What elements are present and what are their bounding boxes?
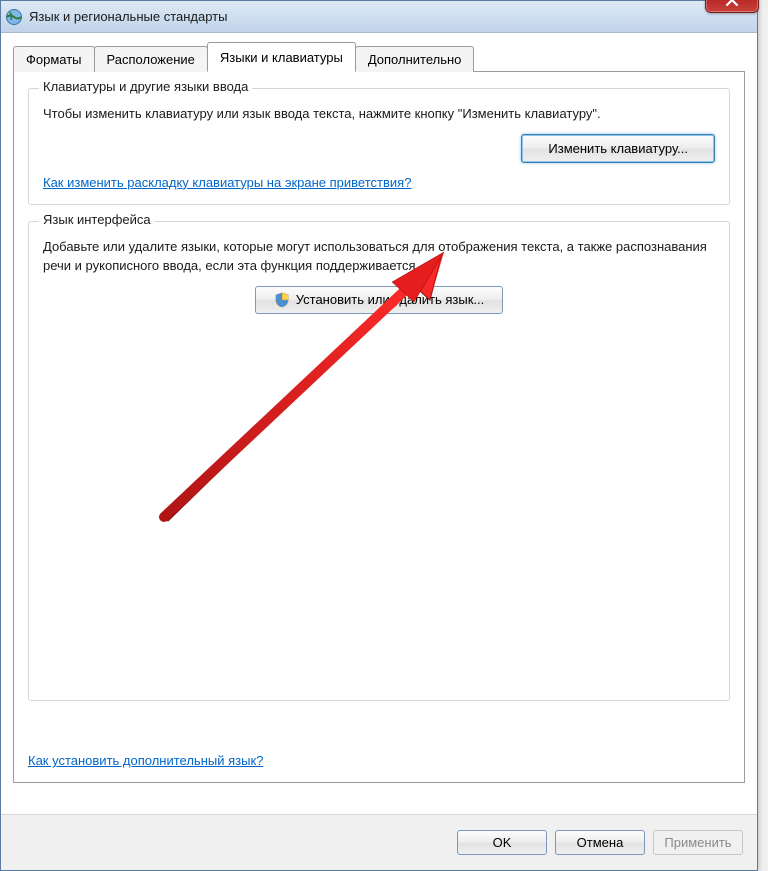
button-label: OK [493, 835, 512, 850]
group-legend: Язык интерфейса [39, 212, 155, 227]
button-label: Изменить клавиатуру... [548, 141, 688, 156]
close-button[interactable] [705, 0, 759, 13]
tab-location[interactable]: Расположение [94, 46, 208, 72]
change-keyboard-button[interactable]: Изменить клавиатуру... [521, 134, 715, 163]
button-label: Применить [664, 835, 731, 850]
ok-button[interactable]: OK [457, 830, 547, 855]
group-display-language: Язык интерфейса Добавьте или удалите язы… [28, 221, 730, 701]
group-keyboards: Клавиатуры и другие языки ввода Чтобы из… [28, 88, 730, 205]
shield-icon [274, 292, 290, 308]
apply-button[interactable]: Применить [653, 830, 743, 855]
group-legend: Клавиатуры и другие языки ввода [39, 79, 252, 94]
tab-label: Расположение [107, 52, 195, 67]
client-area: Форматы Расположение Языки и клавиатуры … [1, 33, 757, 870]
tab-keyboards-languages[interactable]: Языки и клавиатуры [207, 42, 356, 72]
tab-label: Языки и клавиатуры [220, 50, 343, 65]
tabstrip: Форматы Расположение Языки и клавиатуры … [13, 45, 745, 72]
cancel-button[interactable]: Отмена [555, 830, 645, 855]
tab-panel: Клавиатуры и другие языки ввода Чтобы из… [13, 71, 745, 783]
welcome-screen-layout-link[interactable]: Как изменить раскладку клавиатуры на экр… [43, 175, 411, 190]
window-title: Язык и региональные стандарты [29, 9, 227, 24]
tab-advanced[interactable]: Дополнительно [355, 46, 475, 72]
dialog-button-bar: OK Отмена Применить [1, 814, 757, 870]
tab-label: Форматы [26, 52, 82, 67]
titlebar: Язык и региональные стандарты [1, 1, 757, 33]
button-label: Отмена [577, 835, 624, 850]
group-description: Добавьте или удалите языки, которые могу… [43, 238, 715, 276]
install-remove-language-button[interactable]: Установить или удалить язык... [255, 286, 504, 314]
globe-icon [5, 8, 23, 26]
tab-label: Дополнительно [368, 52, 462, 67]
tab-formats[interactable]: Форматы [13, 46, 95, 72]
button-label: Установить или удалить язык... [296, 292, 485, 307]
dialog-window: Язык и региональные стандарты Форматы Ра… [0, 0, 758, 871]
install-additional-language-link[interactable]: Как установить дополнительный язык? [28, 753, 263, 768]
group-description: Чтобы изменить клавиатуру или язык ввода… [43, 105, 715, 124]
